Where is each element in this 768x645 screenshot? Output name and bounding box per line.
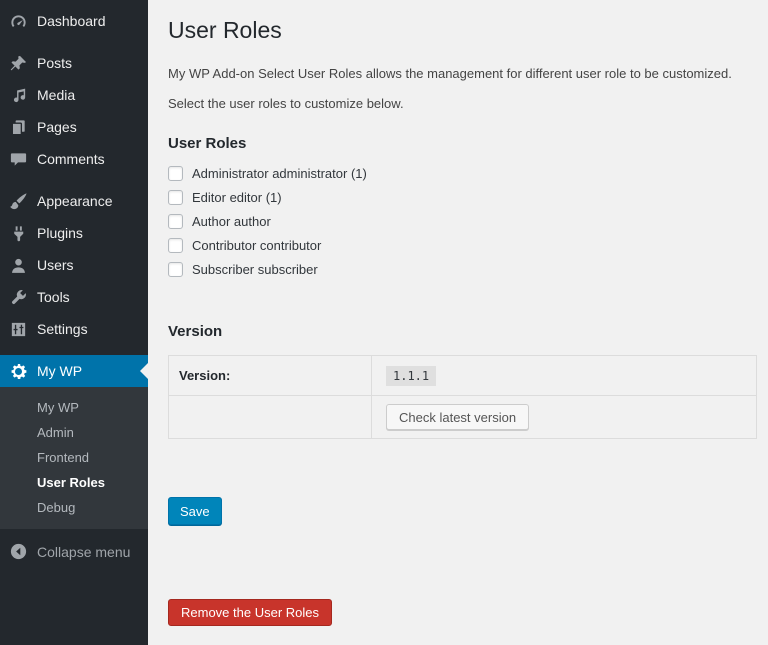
table-row: Version: 1.1.1 [168,355,757,396]
collapse-menu-button[interactable]: Collapse menu [0,537,148,566]
remove-user-roles-button[interactable]: Remove the User Roles [168,599,332,626]
sidebar-item-tools[interactable]: Tools [0,281,148,313]
menu-separator [0,345,148,355]
submenu-item-frontend[interactable]: Frontend [0,445,148,470]
sidebar-item-settings[interactable]: Settings [0,313,148,345]
submenu-item-user-roles[interactable]: User Roles [0,470,148,495]
users-icon [9,256,28,275]
media-icon [9,86,28,105]
sidebar-item-label: My WP [37,363,83,379]
my-wp-submenu: My WP Admin Frontend User Roles Debug [0,387,148,529]
role-option-editor: Editor editor (1) [168,190,757,205]
collapse-menu-label: Collapse menu [37,543,131,560]
check-latest-version-button[interactable]: Check latest version [386,404,530,430]
sidebar-item-label: Media [37,87,76,103]
pages-icon [9,118,28,137]
sidebar-item-label: Dashboard [37,13,106,29]
save-button[interactable]: Save [168,497,222,525]
version-value: 1.1.1 [386,366,437,386]
sidebar-item-pages[interactable]: Pages [0,111,148,143]
role-checkbox-subscriber[interactable] [168,262,183,277]
empty-cell [168,395,372,439]
user-roles-heading: User Roles [168,135,247,152]
version-heading: Version [168,323,223,340]
role-label[interactable]: Administrator administrator (1) [192,166,367,181]
main-content: User Roles My WP Add-on Select User Role… [148,0,768,645]
check-version-cell: Check latest version [371,395,757,439]
version-value-cell: 1.1.1 [372,356,757,396]
settings-icon [9,320,28,339]
version-table: Version: 1.1.1 Check latest version [168,355,757,439]
paintbrush-icon [9,192,28,211]
sidebar-item-posts[interactable]: Posts [0,47,148,79]
role-label[interactable]: Author author [192,214,271,229]
plugin-icon [9,224,28,243]
gear-icon [9,362,28,381]
sidebar-item-label: Plugins [37,225,83,241]
sidebar-item-label: Comments [37,151,105,167]
sidebar-item-label: Users [37,257,74,273]
intro-text: My WP Add-on Select User Roles allows th… [168,66,732,81]
role-label[interactable]: Subscriber subscriber [192,262,318,277]
menu-separator [0,175,148,185]
role-label[interactable]: Editor editor (1) [192,190,282,205]
submenu-item-debug[interactable]: Debug [0,495,148,520]
sidebar-item-label: Posts [37,55,73,71]
intro-text-2: Select the user roles to customize below… [168,96,404,111]
sidebar-item-label: Pages [37,119,77,135]
admin-sidebar: Dashboard Posts Media Pages Comments App… [0,0,148,645]
sidebar-item-label: Settings [37,321,88,337]
page-title: User Roles [168,17,282,43]
role-checkbox-contributor[interactable] [168,238,183,253]
role-checkbox-author[interactable] [168,214,183,229]
dashboard-icon [9,12,28,31]
submenu-item-my-wp[interactable]: My WP [0,395,148,420]
role-option-subscriber: Subscriber subscriber [168,262,757,277]
table-row: Check latest version [168,395,757,439]
sidebar-item-my-wp[interactable]: My WP [0,355,148,387]
sidebar-item-users[interactable]: Users [0,249,148,281]
version-row-label: Version: [168,355,372,396]
sidebar-item-comments[interactable]: Comments [0,143,148,175]
submenu-item-admin[interactable]: Admin [0,420,148,445]
role-option-author: Author author [168,214,757,229]
collapse-arrow-icon [9,542,28,561]
sidebar-item-label: Tools [37,289,70,305]
role-checkbox-editor[interactable] [168,190,183,205]
comments-icon [9,150,28,169]
sidebar-item-label: Appearance [37,193,113,209]
sidebar-item-media[interactable]: Media [0,79,148,111]
sidebar-item-dashboard[interactable]: Dashboard [0,5,148,37]
menu-separator [0,37,148,47]
sidebar-item-appearance[interactable]: Appearance [0,185,148,217]
wrench-icon [9,288,28,307]
role-option-contributor: Contributor contributor [168,238,757,253]
sidebar-item-plugins[interactable]: Plugins [0,217,148,249]
role-label[interactable]: Contributor contributor [192,238,321,253]
role-option-administrator: Administrator administrator (1) [168,166,757,181]
role-checkbox-administrator[interactable] [168,166,183,181]
pushpin-icon [9,54,28,73]
